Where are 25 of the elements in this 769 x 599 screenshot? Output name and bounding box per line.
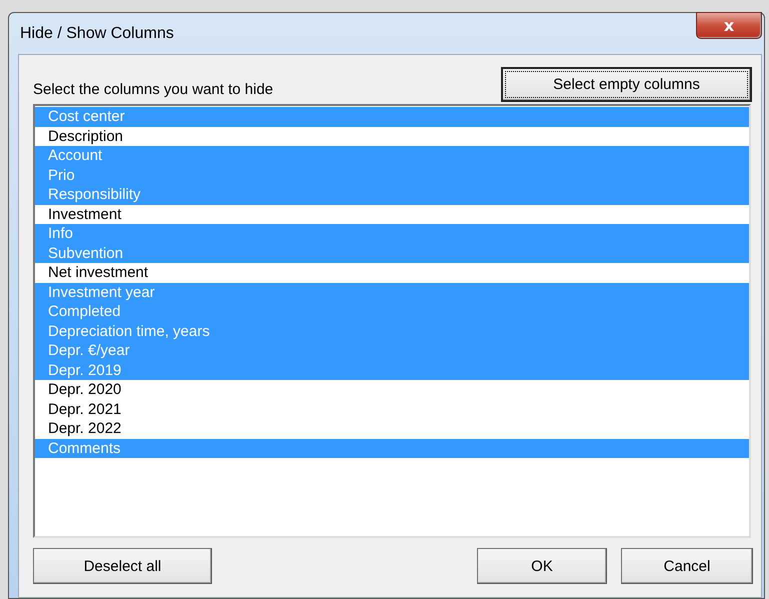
column-list-item[interactable]: Net investment bbox=[35, 263, 749, 282]
column-list-item[interactable]: Investment bbox=[35, 204, 749, 224]
column-list-item[interactable]: Info bbox=[35, 224, 749, 244]
column-list-item[interactable]: Comments bbox=[35, 438, 749, 458]
deselect-all-button[interactable]: Deselect all bbox=[33, 548, 212, 584]
column-list-item[interactable]: Depr. €/year bbox=[35, 341, 749, 360]
column-list-item[interactable]: Subvention bbox=[35, 244, 749, 263]
column-list-item[interactable]: Completed bbox=[35, 302, 749, 322]
cancel-button[interactable]: Cancel bbox=[621, 548, 753, 584]
ok-button[interactable]: OK bbox=[477, 548, 607, 584]
column-list-item[interactable]: Account bbox=[35, 146, 749, 166]
column-list-item[interactable]: Cost center bbox=[35, 107, 749, 126]
close-button[interactable]: x bbox=[696, 12, 762, 39]
select-empty-columns-button[interactable]: Select empty columns bbox=[501, 67, 752, 102]
column-list-item[interactable]: Depr. 2021 bbox=[35, 400, 749, 419]
column-list-item[interactable]: Depreciation time, years bbox=[35, 322, 749, 341]
column-list-item[interactable]: Prio bbox=[35, 166, 749, 185]
column-list-item[interactable]: Responsibility bbox=[35, 185, 749, 204]
column-list-item[interactable]: Depr. 2019 bbox=[35, 360, 749, 380]
column-list-item[interactable]: Investment year bbox=[35, 282, 749, 302]
column-list-item[interactable]: Depr. 2020 bbox=[35, 380, 749, 400]
column-list-item[interactable]: Depr. 2022 bbox=[35, 419, 749, 438]
window-title: Hide / Show Columns bbox=[20, 24, 174, 42]
column-list-item[interactable]: Description bbox=[35, 126, 749, 146]
instruction-label: Select the columns you want to hide bbox=[33, 81, 274, 100]
